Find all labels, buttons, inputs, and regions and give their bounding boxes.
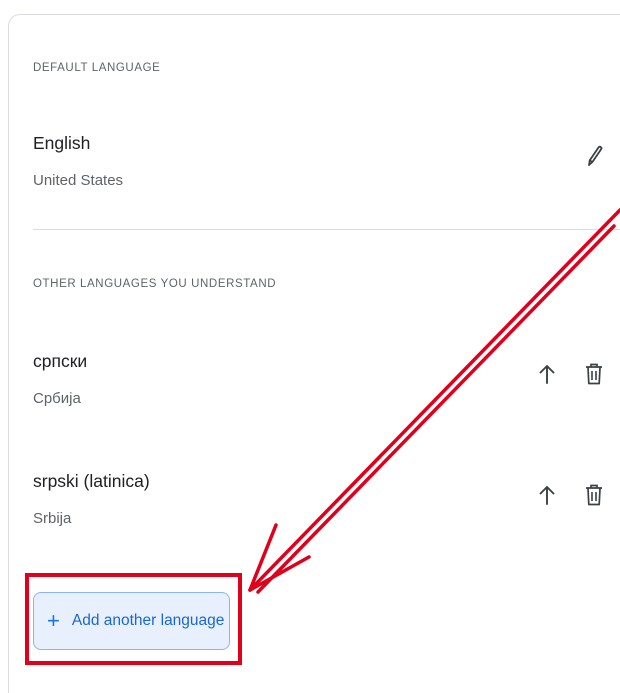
add-another-language-button[interactable]: + Add another language [33,592,230,650]
other-language-region-2: Srbija [33,510,72,527]
trash-icon [586,484,602,506]
add-another-language-label: Add another language [71,612,225,629]
other-language-name-2: srpski (latinica) [33,471,150,491]
other-language-name-1: српски [33,351,88,371]
other-language-region-1: Србија [33,390,81,407]
delete-language-button-2[interactable] [580,481,608,509]
default-language-region: United States [33,172,124,189]
move-up-button-1[interactable] [533,360,561,388]
arrow-up-icon [539,486,555,505]
plus-icon: + [47,608,60,633]
other-languages-heading: OTHER LANGUAGES YOU UNDERSTAND [33,278,277,290]
delete-language-button-1[interactable] [580,360,608,388]
pencil-icon [588,145,603,166]
arrow-up-icon [539,365,555,384]
edit-language-button[interactable] [580,142,608,170]
default-language-name: English [33,133,91,153]
default-language-heading: DEFAULT LANGUAGE [33,62,161,74]
section-divider [33,229,620,230]
move-up-button-2[interactable] [533,481,561,509]
languages-page: DEFAULT LANGUAGE English United States O… [0,0,620,693]
trash-icon [586,363,602,385]
